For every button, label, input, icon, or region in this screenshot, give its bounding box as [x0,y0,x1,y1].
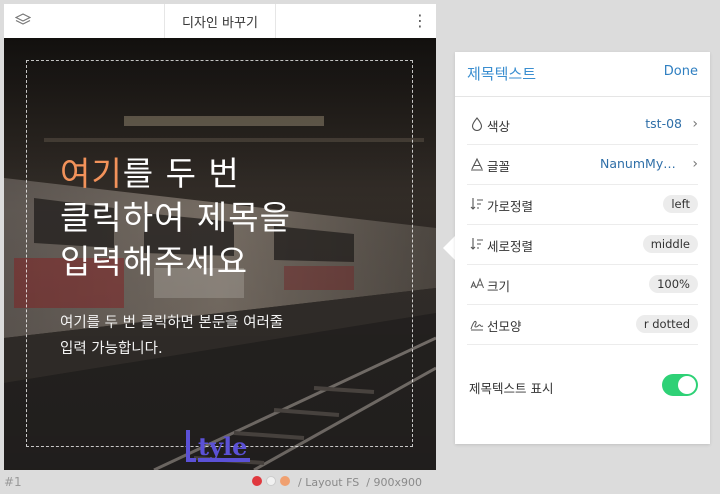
horizontal-align-pill[interactable]: left [663,195,698,213]
more-options-button[interactable]: ⋮ [410,4,430,38]
font-value: NanumMyeongjo [600,156,682,171]
more-vertical-icon: ⋮ [412,11,428,30]
body-text[interactable]: 여기를 두 번 클릭하면 본문을 여러줄 입력 가능합니다. [60,310,380,362]
line-style-pill[interactable]: r dotted [635,315,698,333]
chevron-right-icon: › [692,156,698,172]
panel-pointer [443,236,455,260]
setting-label: 글꼴 [487,159,511,174]
show-title-text-row: 제목텍스트 표시 [467,372,698,402]
palette-color-3[interactable] [280,476,290,486]
sort-down-icon [469,196,485,212]
title-accent: 여기 [60,154,123,193]
setting-label: 선모양 [487,319,522,334]
layers-button[interactable] [4,4,42,38]
title-line2: 클릭하여 제목을 [60,198,292,237]
palette-color-1[interactable] [252,476,262,486]
setting-row-horizontal-align[interactable]: 가로정렬 left [467,184,698,225]
setting-row-size[interactable]: 크기 100% [467,264,698,305]
title-line1: 를 두 번 [122,154,240,193]
text-size-icon [469,276,485,292]
show-title-text-label: 제목텍스트 표시 [469,381,554,396]
slide-number: #1 [4,475,22,489]
setting-label: 크기 [487,279,511,294]
title-line3: 입력해주세요 [60,242,249,281]
chevron-right-icon: › [692,116,698,132]
size-pill[interactable]: 100% [649,275,698,293]
show-title-text-toggle[interactable] [662,374,698,396]
done-button[interactable]: Done [664,64,698,79]
layers-icon [14,12,32,31]
change-design-tab[interactable]: 디자인 바꾸기 [164,4,276,38]
setting-row-vertical-align[interactable]: 세로정렬 middle [467,224,698,265]
color-value: tst-08 [645,116,682,131]
logo-text: tyle [198,432,247,461]
setting-label: 색상 [487,119,511,134]
toggle-knob [678,376,696,394]
design-card: 디자인 바꾸기 ⋮ 여기를 두 번 클릭하여 제목을 입력해주세요 여기를 두 … [4,4,436,470]
slide-canvas[interactable]: 여기를 두 번 클릭하여 제목을 입력해주세요 여기를 두 번 클릭하면 본문을… [4,38,436,470]
signature-icon [469,316,485,332]
card-header: 디자인 바꾸기 ⋮ [4,4,436,39]
separator-1: / [298,476,302,489]
panel-header: 제목텍스트 Done [455,52,710,97]
font-icon [469,156,485,172]
title-text[interactable]: 여기를 두 번 클릭하여 제목을 입력해주세요 [60,152,400,284]
layout-name: Layout FS [305,476,360,489]
setting-row-line-style[interactable]: 선모양 r dotted [467,304,698,345]
slide-footer: #1 / Layout FS / 900x900 [0,472,440,494]
body-line1: 여기를 두 번 클릭하면 본문을 여러줄 [60,315,284,331]
setting-row-color[interactable]: 색상 tst-08 › [467,104,698,145]
body-line2: 입력 가능합니다. [60,341,163,357]
separator-2: / [366,476,370,489]
palette-color-2[interactable] [266,476,276,486]
panel-title: 제목텍스트 [467,65,537,83]
sort-down-icon [469,236,485,252]
setting-row-font[interactable]: 글꼴 NanumMyeongjo › [467,144,698,185]
vertical-align-pill[interactable]: middle [642,235,698,253]
setting-label: 세로정렬 [487,239,534,254]
canvas-size: 900x900 [373,476,422,489]
title-text-settings-panel: 제목텍스트 Done 색상 tst-08 › 글꼴 NanumMyeongjo … [455,52,710,444]
setting-label: 가로정렬 [487,199,534,214]
tyle-logo: tyle [184,426,256,466]
drop-icon [469,116,485,132]
layout-info: / Layout FS / 900x900 [298,476,422,489]
